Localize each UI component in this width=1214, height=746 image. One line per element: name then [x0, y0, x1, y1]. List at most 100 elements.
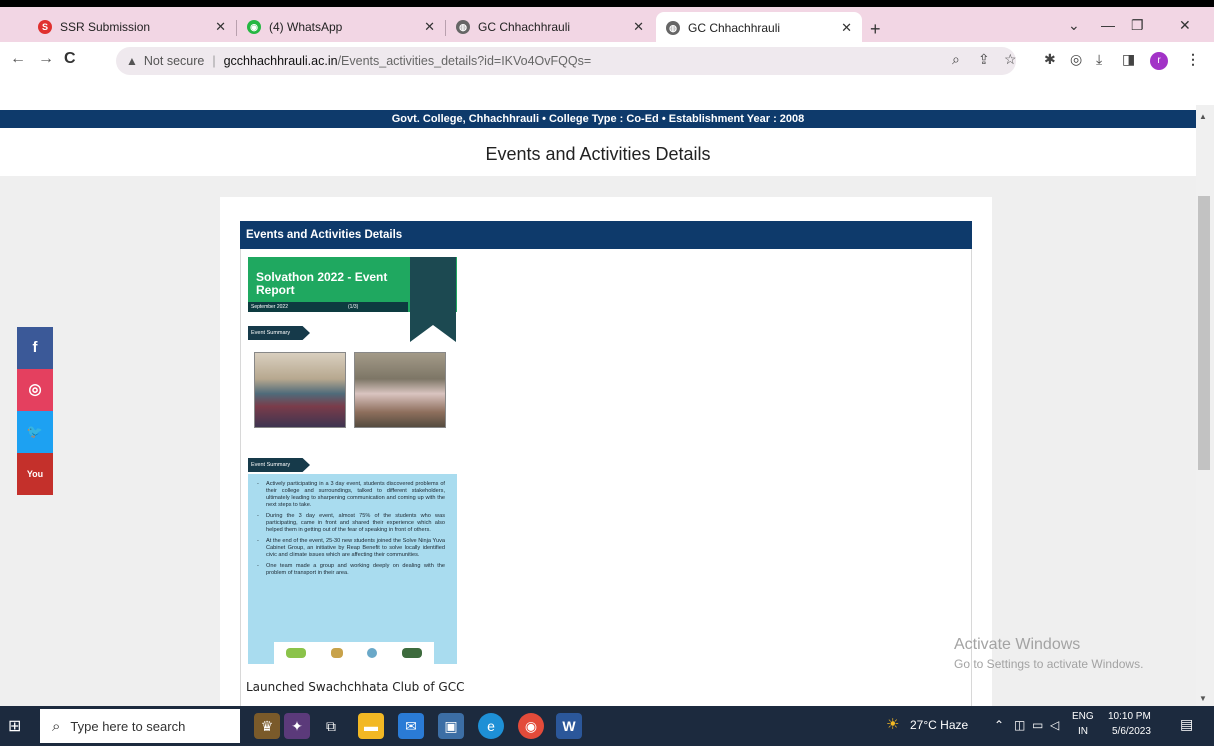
language-secondary[interactable]: IN	[1078, 726, 1088, 737]
taskbar-search[interactable]: ⌕ Type here to search	[40, 709, 240, 743]
tab-title: (4) WhatsApp	[269, 20, 343, 34]
event-summary-tag: Event Summary	[248, 458, 310, 472]
language-primary[interactable]: ENG	[1072, 711, 1094, 722]
tab-gc-chhachhrauli-active[interactable]: ◍ GC Chhachhrauli ✕	[656, 12, 862, 44]
battery-icon[interactable]: ▭	[1032, 718, 1043, 732]
tab-search-icon[interactable]: ⌄	[1068, 17, 1080, 34]
forward-icon[interactable]: →	[38, 50, 54, 68]
minimize-icon[interactable]: —	[1101, 17, 1115, 33]
event-summary-box: Actively participating in a 3 day event,…	[248, 474, 457, 664]
scrollbar-thumb[interactable]	[1198, 196, 1210, 470]
tab-title: GC Chhachhrauli	[688, 21, 781, 35]
scroll-down-icon[interactable]: ▼	[1199, 694, 1207, 703]
side-panel-icon[interactable]: ◨	[1122, 51, 1135, 68]
partner-logo	[330, 648, 343, 658]
url-host: gcchhachhrauli.ac.in	[223, 54, 338, 68]
report-title: Solvathon 2022 - Event Report	[256, 270, 388, 297]
menu-icon[interactable]: ⋮	[1186, 51, 1200, 68]
new-tab-button[interactable]: +	[870, 19, 881, 40]
activate-windows-title: Activate Windows	[954, 636, 1081, 653]
tab-title: SSR Submission	[60, 20, 151, 34]
browser-toolbar: ← → C ▲ Not secure | gcchhachhrauli.ac.i…	[0, 42, 1214, 80]
partner-logo	[286, 648, 307, 658]
report-date: September 2022	[248, 302, 408, 312]
zoom-icon[interactable]: ⌕	[952, 51, 960, 68]
tab-whatsapp[interactable]: ◉ (4) WhatsApp ✕	[237, 12, 445, 42]
reload-icon[interactable]: C	[64, 50, 76, 68]
youtube-icon[interactable]: You	[17, 453, 53, 495]
twitter-icon[interactable]: 🐦	[17, 411, 53, 453]
tray-chevron-icon[interactable]: ⌃	[994, 718, 1004, 732]
close-icon[interactable]: ✕	[633, 19, 644, 35]
whatsapp-icon: ◉	[247, 20, 261, 34]
task-view-icon[interactable]: ⧉	[318, 713, 344, 739]
summary-point: During the 3 day event, almost 75% of th…	[257, 513, 445, 534]
restore-icon[interactable]: ❐	[1131, 17, 1144, 34]
extension-icon[interactable]: ◎	[1070, 51, 1082, 68]
tab-strip: S SSR Submission ✕ ◉ (4) WhatsApp ✕ ◍ GC…	[0, 0, 1214, 44]
divider: |	[212, 54, 216, 68]
bookmark-star-icon[interactable]: ☆	[1004, 51, 1017, 68]
extensions-icon[interactable]: ✱	[1044, 51, 1056, 68]
summary-point: At the end of the event, 25-30 new stude…	[257, 538, 445, 559]
event-caption: Launched Swachchhata Club of GCC	[246, 680, 465, 694]
window-close-icon[interactable]: ✕	[1179, 17, 1191, 34]
tab-title: GC Chhachhrauli	[478, 20, 571, 34]
security-label: Not secure	[143, 54, 205, 68]
back-icon[interactable]: ←	[10, 50, 26, 68]
weather-icon: ☀	[886, 716, 900, 733]
volume-icon[interactable]: ◁	[1050, 718, 1059, 732]
globe-icon: ◍	[456, 20, 470, 34]
card-header: Events and Activities Details	[240, 221, 972, 249]
instagram-icon[interactable]: ◎	[17, 369, 53, 411]
page-viewport: Govt. College, Chhachhrauli • College Ty…	[0, 80, 1196, 706]
file-explorer-icon[interactable]: ▬	[358, 713, 384, 739]
search-placeholder: Type here to search	[70, 718, 186, 734]
partner-logos	[274, 642, 434, 664]
globe-icon: ◍	[666, 21, 680, 35]
url-path: /Events_activities_details?id=IKVo4OvFQQ…	[337, 54, 592, 68]
facebook-icon[interactable]: f	[17, 327, 53, 369]
activate-windows-subtitle: Go to Settings to activate Windows.	[954, 657, 1144, 671]
edge-icon[interactable]: e	[478, 713, 504, 739]
notification-icon[interactable]: ▤	[1180, 716, 1193, 733]
ssr-icon: S	[38, 20, 52, 34]
partner-logo	[367, 648, 378, 658]
partner-logo	[401, 648, 422, 658]
page-top	[0, 80, 1196, 110]
report-page-number: (1/3)	[348, 304, 359, 310]
college-info-bar: Govt. College, Chhachhrauli • College Ty…	[0, 110, 1196, 128]
event-photo	[354, 352, 446, 428]
summary-point: One team made a group and working deeply…	[257, 563, 445, 577]
close-icon[interactable]: ✕	[424, 19, 435, 35]
report-ribbon	[410, 257, 456, 342]
share-icon[interactable]: ⇪	[978, 51, 990, 68]
page-title: Events and Activities Details	[0, 128, 1196, 176]
windows-start-icon[interactable]: ⊞	[8, 716, 28, 736]
store-icon[interactable]: ▣	[438, 713, 464, 739]
close-icon[interactable]: ✕	[841, 20, 852, 36]
scroll-up-icon[interactable]: ▲	[1199, 112, 1207, 121]
weather-text[interactable]: 27°C Haze	[910, 718, 968, 732]
word-icon[interactable]: W	[556, 713, 582, 739]
network-icon[interactable]: ◫	[1014, 718, 1025, 732]
download-icon[interactable]: ⤓	[1096, 51, 1102, 68]
search-icon: ⌕	[52, 717, 61, 735]
mail-icon[interactable]: ✉	[398, 713, 424, 739]
profile-avatar[interactable]: r	[1150, 52, 1168, 70]
warning-icon: ▲	[126, 54, 138, 68]
clock-time[interactable]: 10:10 PM	[1108, 711, 1151, 722]
taskbar: ⊞ ⌕ Type here to search ♛ ✦ ⧉ ▬ ✉ ▣ e ◉ …	[0, 706, 1214, 746]
close-icon[interactable]: ✕	[215, 19, 226, 35]
chrome-icon[interactable]: ◉	[518, 713, 544, 739]
clock-date[interactable]: 5/6/2023	[1112, 726, 1151, 737]
event-report-image[interactable]: Solvathon 2022 - Event Report September …	[248, 257, 457, 664]
event-photo	[254, 352, 346, 428]
address-bar[interactable]: ▲ Not secure | gcchhachhrauli.ac.in /Eve…	[116, 47, 1016, 75]
pinned-app-icon[interactable]: ♛	[254, 713, 280, 739]
pinned-app-icon[interactable]: ✦	[284, 713, 310, 739]
tab-ssr-submission[interactable]: S SSR Submission ✕	[28, 12, 236, 42]
event-summary-tag: Event Summary	[248, 326, 310, 340]
tab-gc-chhachhrauli[interactable]: ◍ GC Chhachhrauli ✕	[446, 12, 654, 42]
screen: S SSR Submission ✕ ◉ (4) WhatsApp ✕ ◍ GC…	[0, 0, 1214, 746]
